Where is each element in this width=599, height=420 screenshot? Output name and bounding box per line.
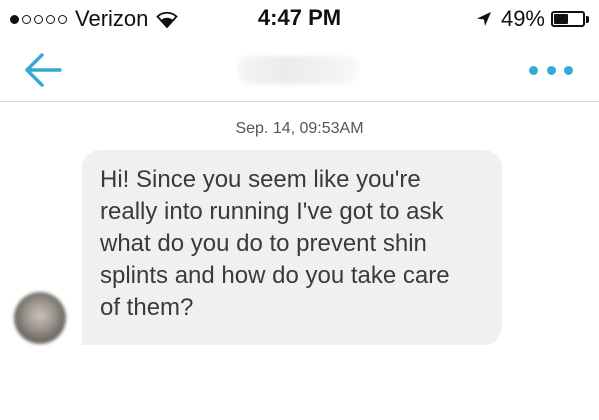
- ellipsis-icon: [564, 65, 573, 75]
- message-bubble[interactable]: Hi! Since you seem like you're really in…: [82, 150, 502, 345]
- nav-bar: [0, 38, 599, 102]
- status-right: 49%: [475, 6, 589, 32]
- battery-icon: [551, 11, 585, 27]
- conversation-title-blurred[interactable]: [238, 56, 358, 84]
- ellipsis-icon: [529, 65, 538, 75]
- location-arrow-icon: [476, 12, 491, 26]
- message-row: Hi! Since you seem like you're really in…: [0, 150, 599, 350]
- message-text: Hi! Since you seem like you're really in…: [100, 166, 450, 321]
- arrow-left-icon: [25, 53, 62, 87]
- back-button[interactable]: [22, 50, 64, 90]
- battery-percent: 49%: [500, 6, 545, 31]
- battery-fill: [554, 14, 568, 24]
- status-bar: Verizon 4:47 PM 49%: [0, 0, 599, 38]
- battery-nub: [586, 15, 589, 23]
- message-timestamp: Sep. 14, 09:53AM: [235, 120, 364, 137]
- more-options-button[interactable]: [529, 60, 573, 80]
- ellipsis-icon: [546, 65, 556, 75]
- avatar[interactable]: [14, 292, 66, 344]
